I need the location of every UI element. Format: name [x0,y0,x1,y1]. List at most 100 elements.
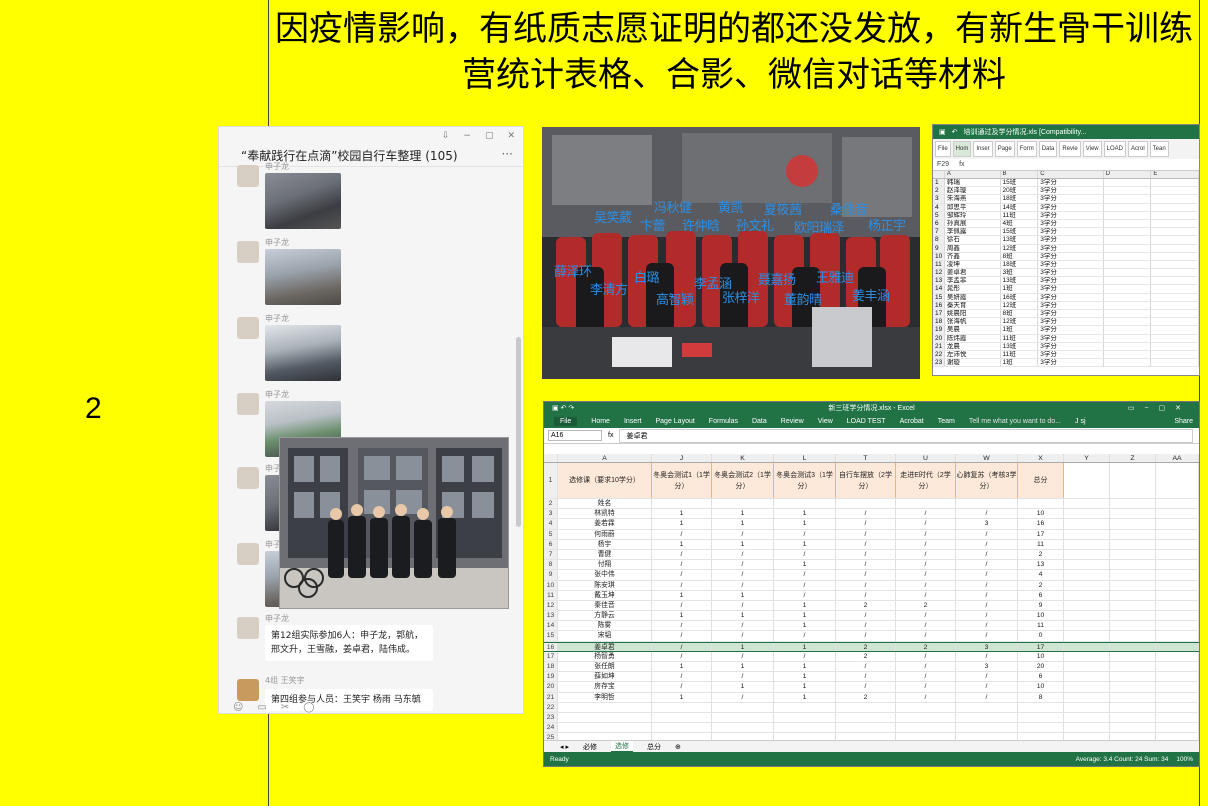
sheet-cell[interactable]: / [956,682,1018,692]
minimize-icon[interactable]: − [463,131,471,141]
sheet-cell[interactable] [652,702,712,712]
sheet-cell[interactable]: / [956,621,1018,631]
column-header[interactable]: AA [1156,454,1199,462]
sheet-cell[interactable] [652,712,712,723]
save-icon[interactable]: ▣ [939,128,946,136]
sheet-cell[interactable]: 3学分 [1038,359,1104,367]
sheet-cell[interactable]: 13 [1018,560,1064,570]
sheet-cell[interactable]: 3学分 [1038,310,1104,318]
sheet-cell[interactable]: 张中伟 [558,570,652,580]
column-header[interactable]: K [712,454,774,462]
sheet-cell[interactable]: / [956,560,1018,570]
sheet-cell[interactable] [1110,611,1156,621]
tab-view[interactable]: View [1082,141,1102,157]
sheet-cell[interactable]: 1 [652,539,712,549]
sheet-cell[interactable]: / [896,590,956,600]
tab-insert[interactable]: Inser [973,141,993,157]
sheet-cell[interactable]: 赵泽璇 [945,187,1001,195]
sheet-cell[interactable] [1110,499,1156,509]
sheet-cell[interactable]: / [836,519,896,529]
sheet-cell[interactable] [1064,519,1110,529]
sheet-cell[interactable]: 10 [1018,611,1064,621]
sheet-cell[interactable]: 林凯特 [558,509,652,519]
sheet-cell[interactable]: 3学分 [1038,326,1104,334]
sheet-cell[interactable]: / [712,570,774,580]
sheet-cell[interactable] [1110,642,1156,651]
sheet-cell[interactable] [1156,662,1199,672]
column-header[interactable]: U [896,454,956,462]
sheet-cell[interactable] [1156,600,1199,611]
sheet-cell[interactable]: / [956,509,1018,519]
sheet-cell[interactable] [1156,631,1199,641]
sheet-cell[interactable] [652,723,712,733]
tab-review[interactable]: Revie [1059,141,1081,157]
sheet-cell[interactable] [1104,195,1152,203]
sheet-cell[interactable]: 龙晨 [945,342,1001,350]
sheet-cell[interactable] [1064,580,1110,590]
sheet-cell[interactable]: 1 [712,590,774,600]
sheet-cell[interactable] [1151,269,1199,277]
sheet-cell[interactable] [1156,519,1199,529]
sheet-cell[interactable]: 齐鑫 [945,252,1001,260]
sheet-cell[interactable] [652,499,712,509]
sheet-cell[interactable]: / [896,509,956,519]
sheet-cell[interactable] [1104,326,1152,334]
column-header[interactable]: J [652,454,712,462]
sheet-cell[interactable] [1064,692,1110,702]
sheet-cell[interactable] [1151,244,1199,252]
sheet-cell[interactable] [1104,310,1152,318]
sheet-cell[interactable]: 20 [1018,662,1064,672]
sheet-cell[interactable]: 3学分 [1038,342,1104,350]
sheet-cell[interactable]: 1 [652,519,712,529]
sheet-cell[interactable]: 3学分 [1038,244,1104,252]
sheet-cell[interactable]: 3学分 [1038,285,1104,293]
sheet-cell[interactable]: / [712,631,774,641]
sheet-cell[interactable]: 周鑫 [945,244,1001,252]
sheet-cell[interactable]: 16 [1018,519,1064,529]
name-box[interactable]: A16 [548,430,602,441]
sheet-cell[interactable] [558,723,652,733]
tab-load[interactable]: LOAD [1103,141,1126,157]
sheet-cell[interactable]: 3学分 [1038,252,1104,260]
sheet-cell[interactable]: 1班 [1001,326,1039,334]
sheet-cell[interactable] [1104,293,1152,301]
sheet-cell[interactable] [956,702,1018,712]
sheet-cell[interactable]: 13班 [1001,236,1039,244]
sheet-cell[interactable] [1110,529,1156,539]
chat-image[interactable] [265,249,341,305]
sheet-cell[interactable]: 1 [774,519,836,529]
pin-icon[interactable]: ⇩ [442,131,450,141]
sheet-cell[interactable] [1064,642,1110,651]
sheet-cell[interactable]: 3 [956,642,1018,651]
sheet-cell[interactable] [712,702,774,712]
chat-history-icon[interactable]: ◯ [303,702,314,713]
sheet-cell[interactable] [1156,529,1199,539]
sheet-cell[interactable]: 1 [652,611,712,621]
sheet-cell[interactable] [558,712,652,723]
tab-home[interactable]: Home [591,418,610,425]
sheet-cell[interactable] [1151,285,1199,293]
sheet-cell[interactable] [1151,195,1199,203]
sheet-cell[interactable]: / [652,549,712,560]
sheet-cell[interactable]: 12班 [1001,318,1039,326]
sheet-cell[interactable] [1151,293,1199,301]
scissors-icon[interactable]: ✂ [281,702,289,713]
emoji-icon[interactable]: ☺ [233,702,243,713]
sheet-cell[interactable]: 11班 [1001,334,1039,342]
sheet-cell[interactable]: / [712,560,774,570]
sheet-cell[interactable] [1151,301,1199,309]
formula-input[interactable]: 姜卓君 [619,428,1193,443]
tab-acrobat[interactable]: Acrobat [900,418,924,425]
sheet-cell[interactable] [1064,723,1110,733]
sheet-cell[interactable] [836,723,896,733]
sheet-cell[interactable] [1064,651,1110,661]
sheet-cell[interactable]: 姚晨阳 [945,310,1001,318]
sheet-cell[interactable]: 3学分 [1038,203,1104,211]
sheet-cell[interactable]: 付翔 [558,560,652,570]
sheet-cell[interactable]: / [896,560,956,570]
sheet-cell[interactable]: / [774,651,836,661]
sheet-cell[interactable] [956,499,1018,509]
sheet-cell[interactable]: 1 [712,682,774,692]
sheet-cell[interactable]: 1 [712,519,774,529]
close-icon[interactable]: ✕ [507,131,515,141]
